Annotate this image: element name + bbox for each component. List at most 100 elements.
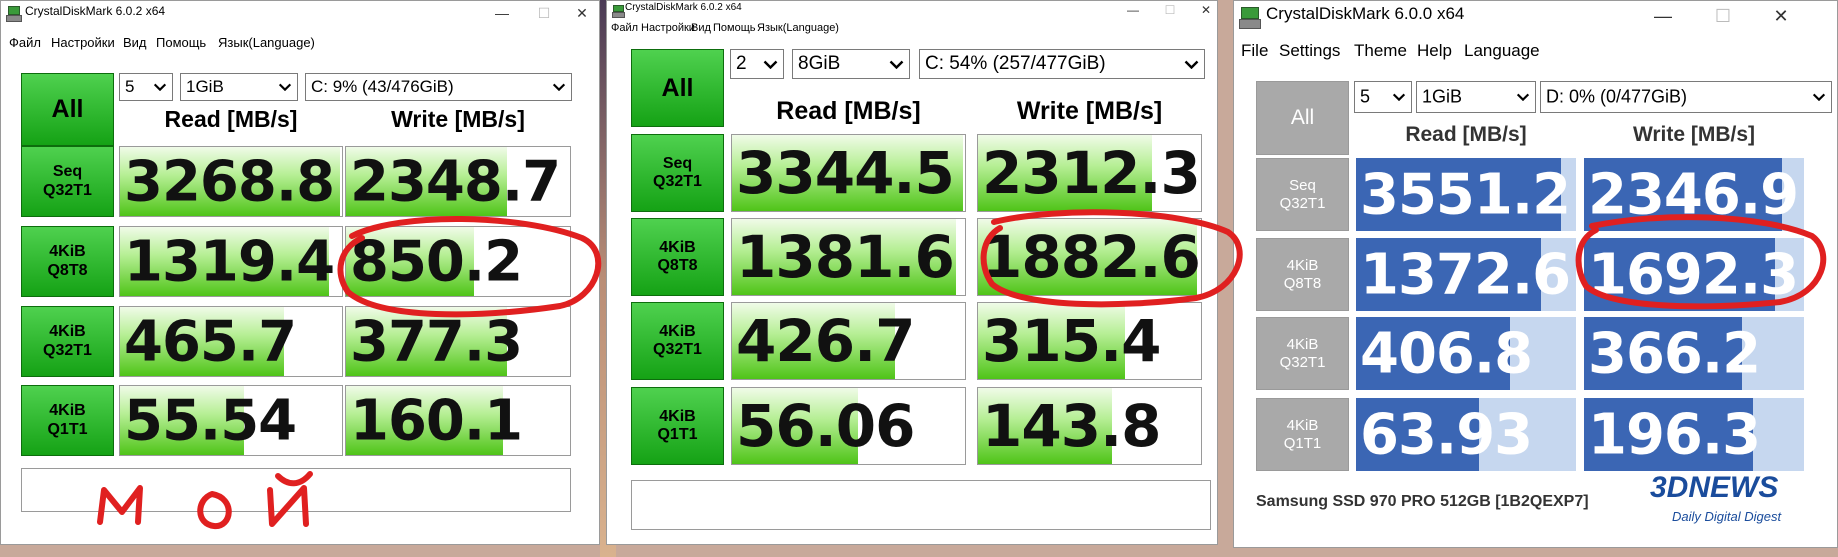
- all-button[interactable]: All: [21, 73, 114, 146]
- test-button-4[interactable]: 4KiB Q1T1: [21, 385, 114, 456]
- menu-item-3[interactable]: Вид: [691, 22, 711, 34]
- app-window-2: CrystalDiskMark 6.0.2 x64 — ☐ ✕ Файл Настройк…: [606, 0, 1218, 545]
- title-bar: CrystalDiskMark 6.0.0 x64 — ☐ ✕: [1234, 1, 1837, 35]
- write-result-4: 196.3: [1584, 398, 1804, 471]
- write-result-value: 366.2: [1588, 321, 1761, 386]
- test-size-select[interactable]: 1GiB: [1416, 81, 1536, 113]
- test-button-1[interactable]: Seq Q32T1: [631, 134, 724, 212]
- menu-item-2[interactable]: Настройки: [51, 35, 115, 50]
- window-title: CrystalDiskMark 6.0.2 x64: [25, 4, 166, 18]
- write-result-2: 850.2: [345, 226, 571, 297]
- menu-item-5[interactable]: Язык(Language): [757, 22, 839, 34]
- comment-box[interactable]: [631, 480, 1211, 530]
- read-result-value: 1319.4: [124, 229, 335, 294]
- title-bar: CrystalDiskMark 6.0.2 x64 — ☐ ✕: [607, 1, 1217, 21]
- write-result-4: 160.1: [345, 385, 571, 456]
- test-button-line1: 4KiB: [1286, 417, 1319, 435]
- app-window-3: CrystalDiskMark 6.0.0 x64 — ☐ ✕ File Settings…: [1233, 0, 1838, 548]
- test-size-value: 8GiB: [798, 53, 841, 74]
- all-button[interactable]: All: [1256, 81, 1349, 155]
- all-button[interactable]: All: [631, 49, 724, 127]
- menu-item-1[interactable]: Файл: [611, 22, 638, 34]
- test-button-3[interactable]: 4KiB Q32T1: [631, 302, 724, 380]
- test-size-select[interactable]: 1GiB: [180, 73, 298, 101]
- test-count-value: 5: [125, 77, 135, 96]
- write-result-1: 2348.7: [345, 146, 571, 217]
- test-button-1[interactable]: Seq Q32T1: [1256, 158, 1349, 231]
- test-size-select[interactable]: 8GiB: [792, 49, 910, 79]
- minimize-button[interactable]: —: [1118, 3, 1148, 17]
- test-button-2[interactable]: 4KiB Q8T8: [1256, 238, 1349, 311]
- test-button-3[interactable]: 4KiB Q32T1: [21, 306, 114, 377]
- test-count-value: 5: [1360, 86, 1371, 107]
- write-header: Write [MB/s]: [391, 106, 525, 132]
- menu-item-1[interactable]: File: [1241, 41, 1268, 61]
- write-result-value: 315.4: [982, 307, 1161, 375]
- drive-value: C: 9% (43/476GiB): [311, 77, 454, 96]
- menu-item-4[interactable]: Помощь: [713, 22, 756, 34]
- comment-text: Samsung SSD 970 PRO 512GB [1B2QEXP7]: [1256, 493, 1589, 510]
- test-button-line2: Q1T1: [47, 420, 88, 438]
- menu-item-5[interactable]: Язык(Language): [218, 35, 315, 50]
- write-result-value: 2312.3: [982, 139, 1201, 207]
- menu-item-2[interactable]: Settings: [1279, 41, 1340, 61]
- menu-item-3[interactable]: Вид: [123, 35, 147, 50]
- app-icon-screen: [1241, 7, 1259, 20]
- read-result-value: 55.54: [124, 388, 297, 453]
- test-count-select[interactable]: 5: [1354, 81, 1412, 113]
- write-result-3: 377.3: [345, 306, 571, 377]
- close-button[interactable]: ✕: [567, 5, 597, 22]
- test-button-line1: Seq: [52, 163, 83, 181]
- test-count-select[interactable]: 5: [119, 73, 173, 101]
- test-button-2[interactable]: 4KiB Q8T8: [21, 226, 114, 297]
- write-header: Write [MB/s]: [1632, 123, 1756, 146]
- menu-bar: File Settings Theme Help Language: [1234, 41, 1837, 64]
- test-button-2[interactable]: 4KiB Q8T8: [631, 218, 724, 296]
- write-result-value: 2346.9: [1588, 162, 1799, 227]
- read-result-2: 1372.6: [1356, 238, 1576, 311]
- read-result-1: 3344.5: [731, 134, 966, 212]
- drive-select[interactable]: C: 9% (43/476GiB): [305, 73, 572, 101]
- test-button-4[interactable]: 4KiB Q1T1: [631, 387, 724, 465]
- test-count-select[interactable]: 2: [730, 49, 784, 79]
- window-title: CrystalDiskMark 6.0.0 x64: [1266, 4, 1465, 23]
- maximize-button[interactable]: ☐: [1155, 3, 1185, 17]
- read-result-value: 3268.8: [124, 149, 335, 214]
- site-logo: 3DNEWS: [1650, 471, 1779, 504]
- menu-item-4[interactable]: Помощь: [156, 35, 206, 50]
- menu-item-2[interactable]: Настройки: [641, 22, 695, 34]
- write-result-value: 2348.7: [350, 149, 561, 214]
- menu-item-4[interactable]: Help: [1417, 41, 1452, 61]
- close-button[interactable]: ✕: [1191, 3, 1217, 17]
- drive-value: D: 0% (0/477GiB): [1546, 86, 1688, 107]
- write-result-3: 315.4: [977, 302, 1202, 380]
- close-button[interactable]: ✕: [1766, 6, 1796, 27]
- maximize-button[interactable]: ☐: [1708, 6, 1738, 27]
- menu-item-1[interactable]: Файл: [9, 35, 41, 50]
- drive-select[interactable]: D: 0% (0/477GiB): [1540, 81, 1832, 113]
- read-result-1: 3551.2: [1356, 158, 1576, 231]
- chevron-down-icon: [549, 74, 569, 100]
- drive-select[interactable]: C: 54% (257/477GiB): [919, 49, 1205, 79]
- write-result-2: 1692.3: [1584, 238, 1804, 311]
- test-button-4[interactable]: 4KiB Q1T1: [1256, 398, 1349, 471]
- test-button-line2: Q8T8: [1283, 274, 1322, 292]
- test-button-line1: 4KiB: [1286, 257, 1319, 275]
- test-button-line2: Q32T1: [653, 341, 702, 358]
- test-button-1[interactable]: Seq Q32T1: [21, 146, 114, 217]
- read-result-2: 1381.6: [731, 218, 966, 296]
- menu-item-5[interactable]: Language: [1464, 41, 1540, 61]
- read-result-value: 56.06: [736, 392, 915, 460]
- read-result-value: 3551.2: [1360, 162, 1571, 227]
- minimize-button[interactable]: —: [487, 5, 517, 21]
- chevron-down-icon: [1389, 82, 1409, 112]
- maximize-button[interactable]: ☐: [529, 5, 559, 22]
- test-button-line2: Q32T1: [43, 181, 92, 199]
- app-icon: [612, 5, 625, 18]
- read-result-4: 56.06: [731, 387, 966, 465]
- write-result-1: 2346.9: [1584, 158, 1804, 231]
- minimize-button[interactable]: —: [1648, 6, 1678, 27]
- menu-item-3[interactable]: Theme: [1354, 41, 1407, 61]
- comment-box[interactable]: [21, 468, 571, 512]
- test-button-3[interactable]: 4KiB Q32T1: [1256, 317, 1349, 390]
